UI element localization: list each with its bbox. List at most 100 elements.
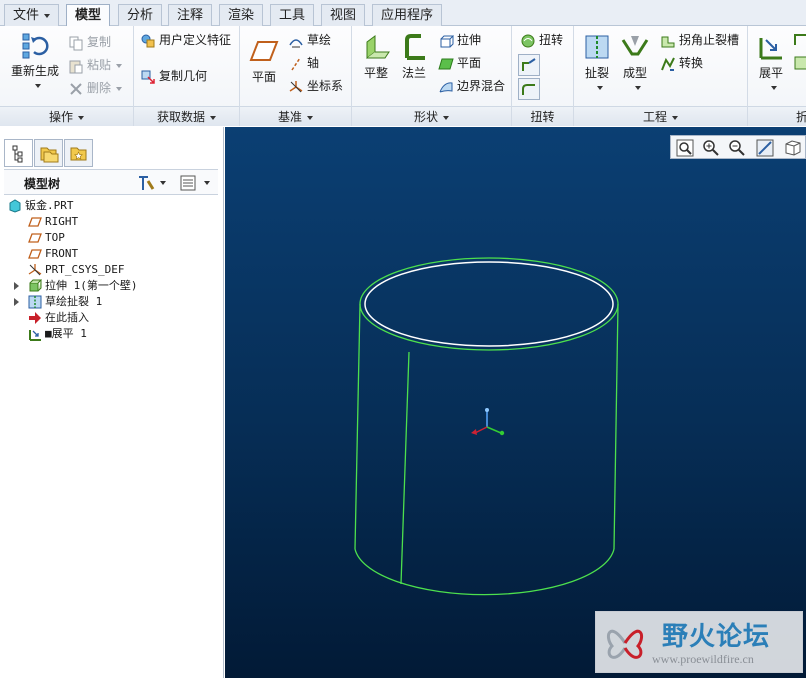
- boundary-blend-button[interactable]: 边界混合: [438, 76, 505, 96]
- tab-render[interactable]: 渲染: [219, 4, 264, 26]
- copy-geometry-button[interactable]: 复制几何: [140, 66, 207, 86]
- user-defined-feature-button[interactable]: 用户定义特征: [140, 30, 231, 50]
- tree-item-right[interactable]: RIGHT: [28, 214, 78, 230]
- regenerate-label: 重新生成: [10, 64, 59, 78]
- sketched-rip-icon: [28, 295, 42, 309]
- twist-wall-button[interactable]: [518, 54, 540, 76]
- chevron-down-icon: [307, 115, 313, 120]
- tab-model-tree[interactable]: [4, 139, 33, 167]
- planar-button[interactable]: 平面: [438, 53, 481, 73]
- tree-item-sketched-rip-1[interactable]: 草绘扯裂 1: [28, 294, 102, 310]
- tab-tools[interactable]: 工具: [270, 4, 315, 26]
- chevron-down-icon: [34, 83, 41, 88]
- chevron-down-icon: [116, 63, 123, 68]
- chevron-down-icon: [116, 86, 123, 91]
- tree-item-extrude-1[interactable]: 拉伸 1(第一个壁): [28, 278, 138, 294]
- cylinder-top-inner-edge: [364, 261, 614, 347]
- convert-button[interactable]: 转换: [660, 53, 703, 73]
- datum-plane-icon: [28, 233, 42, 243]
- butterfly-logo-icon: [607, 629, 643, 659]
- extrude-wall-icon: [29, 279, 42, 292]
- twist-button[interactable]: 扭转: [520, 30, 563, 50]
- group-twist: 扭转 扭转: [512, 26, 574, 126]
- csys-button[interactable]: 坐标系: [288, 76, 343, 96]
- chevron-down-icon: [596, 85, 603, 90]
- corner-relief-button[interactable]: 拐角止裂槽: [660, 30, 739, 50]
- tab-folder-browser[interactable]: [34, 139, 63, 167]
- planar-icon: [438, 58, 454, 69]
- copy-button[interactable]: 复制: [68, 32, 111, 52]
- axis-button[interactable]: 轴: [288, 53, 319, 73]
- regenerate-button[interactable]: 重新生成: [6, 30, 64, 92]
- tree-item-part[interactable]: 钣金.PRT: [8, 198, 74, 214]
- tab-model[interactable]: 模型: [66, 4, 111, 27]
- flat-wall-button[interactable]: 平整: [358, 32, 394, 80]
- graphics-window[interactable]: 野火论坛 www.proewildfire.cn: [225, 127, 806, 678]
- group-shapes-footer[interactable]: 形状: [352, 106, 511, 126]
- copy-icon: [69, 36, 83, 50]
- tab-annotate[interactable]: 注释: [168, 4, 213, 26]
- rip-button[interactable]: 扯裂: [580, 32, 614, 94]
- group-shapes: 平整 法兰 拉伸 平面 边界混合 形状: [352, 26, 512, 126]
- extrude-icon: [440, 35, 454, 47]
- favorites-icon: [70, 147, 87, 161]
- csys-icon: [28, 264, 42, 276]
- tree-item-front[interactable]: FRONT: [28, 246, 78, 262]
- twist-wall-icon: [522, 58, 536, 71]
- folder-browser-icon: [40, 147, 59, 163]
- paste-icon: [69, 60, 83, 73]
- model-geometry: [354, 257, 619, 596]
- group-engineering-footer[interactable]: 工程: [574, 106, 747, 126]
- tab-analysis[interactable]: 分析: [118, 4, 163, 26]
- copy-geometry-icon: [141, 70, 155, 84]
- flange-wall-icon: [405, 34, 425, 60]
- tab-view[interactable]: 视图: [321, 4, 366, 26]
- list-view-icon: [180, 175, 196, 191]
- boundary-blend-icon: [439, 81, 453, 92]
- chevron-down-icon: [770, 85, 777, 90]
- chevron-down-icon: [204, 181, 210, 185]
- form-button[interactable]: 成型: [618, 32, 652, 94]
- sketch-icon: [289, 38, 303, 47]
- paste-button[interactable]: 粘贴: [68, 55, 123, 75]
- expand-arrow-icon[interactable]: [14, 298, 19, 306]
- tree-item-top[interactable]: TOP: [28, 230, 65, 246]
- datum-plane-icon: [28, 217, 42, 227]
- split-area-icon[interactable]: [794, 56, 806, 70]
- ribbon-tab-bar: 文件 模型 分析 注释 渲染 工具 视图 应用程序: [0, 0, 806, 27]
- tab-applications[interactable]: 应用程序: [372, 4, 443, 26]
- extrude-button[interactable]: 拉伸: [438, 30, 481, 50]
- unbend-button[interactable]: 展平: [754, 32, 788, 94]
- bend-back-icon[interactable]: [794, 32, 806, 46]
- group-get-data: 用户定义特征 复制几何 获取数据: [134, 26, 240, 126]
- edge-bend-icon: [522, 84, 535, 95]
- navigator-tabs: [4, 139, 218, 167]
- sketch-button[interactable]: 草绘: [288, 30, 331, 50]
- group-operations-footer[interactable]: 操作: [0, 106, 133, 126]
- convert-icon: [661, 57, 675, 71]
- chevron-down-icon: [634, 85, 641, 90]
- tree-item-csys[interactable]: PRT_CSYS_DEF: [28, 262, 124, 278]
- group-get-data-footer[interactable]: 获取数据: [134, 106, 239, 126]
- flange-wall-button[interactable]: 法兰: [396, 32, 432, 80]
- tab-file[interactable]: 文件: [4, 4, 60, 26]
- tree-show-button[interactable]: [178, 173, 216, 193]
- datum-plane-button[interactable]: 平面: [246, 36, 282, 84]
- group-twist-footer[interactable]: 扭转: [512, 106, 573, 126]
- group-bends-footer[interactable]: 折: [748, 106, 806, 126]
- twist-icon: [521, 34, 535, 47]
- part-icon: [9, 199, 21, 213]
- rip-icon: [585, 35, 609, 59]
- group-engineering: 扯裂 成型 拐角止裂槽 转换 工程: [574, 26, 748, 126]
- expand-arrow-icon[interactable]: [14, 282, 19, 290]
- tree-settings-button[interactable]: [136, 173, 170, 193]
- tab-favorites[interactable]: [64, 139, 93, 167]
- tree-item-insert-here[interactable]: 在此插入: [28, 310, 89, 326]
- delete-button[interactable]: 删除: [68, 78, 123, 98]
- corner-relief-icon: [661, 36, 675, 47]
- tree-item-unbend-1[interactable]: ■展平 1: [28, 326, 87, 342]
- edge-bend-button[interactable]: [518, 78, 540, 100]
- watermark-url: www.proewildfire.cn: [652, 652, 754, 666]
- chevron-down-icon: [44, 13, 51, 18]
- group-datum-footer[interactable]: 基准: [240, 106, 351, 126]
